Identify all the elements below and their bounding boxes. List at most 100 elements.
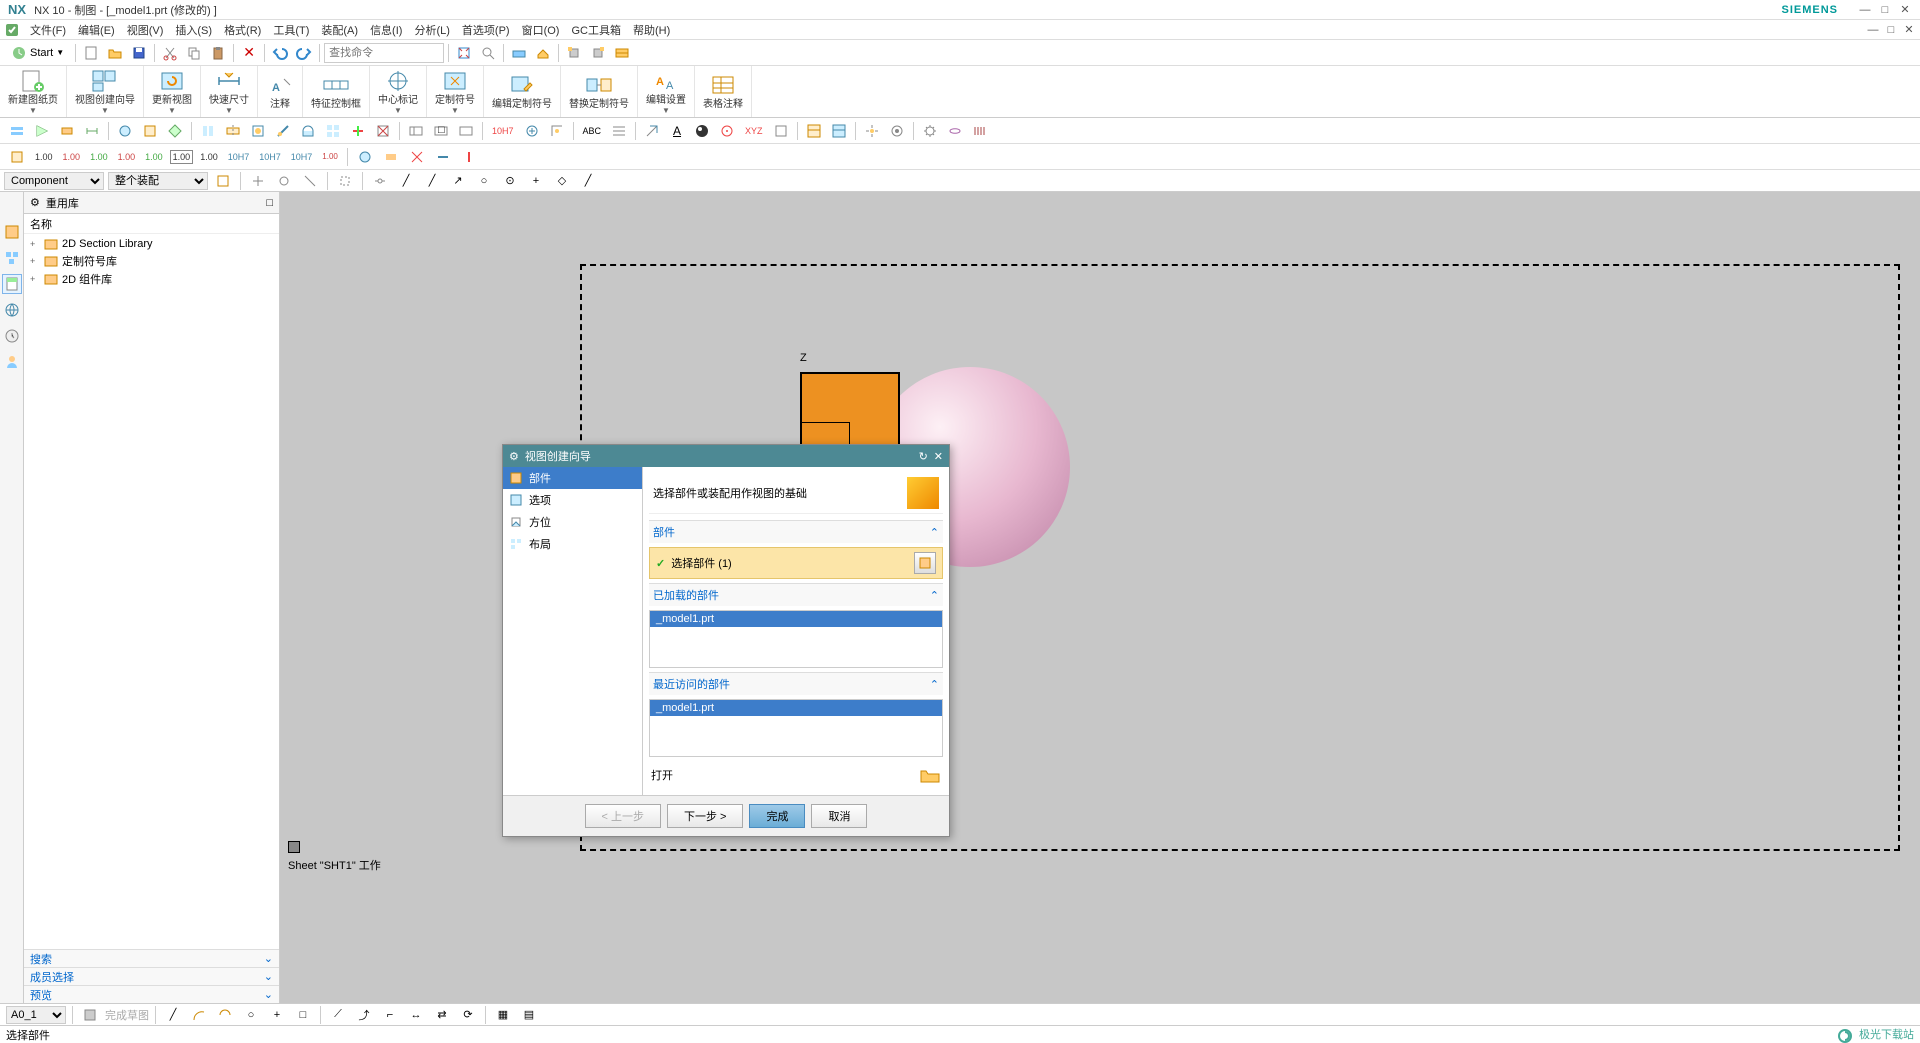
tb2-icon[interactable]: [691, 120, 713, 142]
tb2-icon[interactable]: [608, 120, 630, 142]
sketch-tool[interactable]: +: [266, 1004, 288, 1026]
ribbon-edit-symbol[interactable]: 编辑定制符号: [484, 66, 561, 117]
tol-val[interactable]: 1.00: [197, 150, 221, 164]
tb2-icon[interactable]: [803, 120, 825, 142]
sketch-tool[interactable]: ↔: [405, 1004, 427, 1026]
menu-assembly[interactable]: 装配(A): [315, 20, 364, 40]
tb2-icon[interactable]: [861, 120, 883, 142]
sketch-tool[interactable]: ⟳: [457, 1004, 479, 1026]
ribbon-center-mark[interactable]: 中心标记▼: [370, 66, 427, 117]
dialog-reset-icon[interactable]: ↻: [919, 450, 928, 463]
sketch-tool[interactable]: □: [292, 1004, 314, 1026]
section-preview[interactable]: 预览⌄: [24, 985, 279, 1003]
dialog-close-icon[interactable]: ✕: [934, 450, 943, 463]
tol-val[interactable]: 1.00: [87, 150, 111, 164]
tb2-icon[interactable]: [944, 120, 966, 142]
section-search[interactable]: 搜索⌄: [24, 949, 279, 967]
tb2-icon[interactable]: [521, 120, 543, 142]
filter-icon[interactable]: [273, 170, 295, 192]
tol-val[interactable]: 1.00: [32, 150, 56, 164]
tb2-icon[interactable]: [197, 120, 219, 142]
tb2-icon[interactable]: [828, 120, 850, 142]
sketch-tool[interactable]: ▦: [492, 1004, 514, 1026]
menu-insert[interactable]: 插入(S): [169, 20, 218, 40]
cancel-button[interactable]: 取消: [811, 804, 867, 828]
tb2-icon[interactable]: [886, 120, 908, 142]
section-part[interactable]: 部件⌃: [649, 520, 943, 543]
app-menu-icon[interactable]: [4, 22, 20, 38]
filter-icon[interactable]: ◇: [551, 170, 573, 192]
ribbon-new-sheet[interactable]: 新建图纸页▼: [0, 66, 67, 117]
tab-assembly[interactable]: [2, 248, 22, 268]
tb2-icon[interactable]: [272, 120, 294, 142]
sketch-tool[interactable]: ⌐: [379, 1004, 401, 1026]
tb2-icon[interactable]: [405, 120, 427, 142]
save-icon[interactable]: [128, 42, 150, 64]
tb2-10h7[interactable]: 10H7: [488, 120, 518, 142]
doc-minimize[interactable]: —: [1866, 23, 1880, 37]
open-icon[interactable]: [104, 42, 126, 64]
ribbon-edit-settings[interactable]: AA 编辑设置▼: [638, 66, 695, 117]
menu-info[interactable]: 信息(I): [364, 20, 408, 40]
ribbon-custom-symbol[interactable]: 定制符号▼: [427, 66, 484, 117]
tree-item-2d-component[interactable]: + 2D 组件库: [26, 270, 277, 288]
doc-close[interactable]: ✕: [1902, 23, 1916, 37]
cut-icon[interactable]: [159, 42, 181, 64]
tol-icon[interactable]: [354, 146, 376, 168]
tab-part-navigator[interactable]: [2, 222, 22, 242]
tb2-icon[interactable]: [372, 120, 394, 142]
tol-icon[interactable]: [6, 146, 28, 168]
ribbon-annotation[interactable]: A 注释: [258, 66, 303, 117]
sketch-tool[interactable]: ○: [240, 1004, 262, 1026]
filter-icon[interactable]: ↗: [447, 170, 469, 192]
menu-edit[interactable]: 编辑(E): [72, 20, 121, 40]
ribbon-replace-symbol[interactable]: 替换定制符号: [561, 66, 638, 117]
tb2-icon[interactable]: [139, 120, 161, 142]
tb2-icon[interactable]: [56, 120, 78, 142]
pin-icon[interactable]: □: [266, 197, 273, 209]
copy-icon[interactable]: [183, 42, 205, 64]
sketch-icon[interactable]: [79, 1004, 101, 1026]
tol-val[interactable]: 1.00: [170, 150, 194, 164]
view-icon2[interactable]: [532, 42, 554, 64]
tb2-a-icon[interactable]: A: [666, 120, 688, 142]
filter-icon[interactable]: [369, 170, 391, 192]
tab-web[interactable]: [2, 300, 22, 320]
gear-icon[interactable]: ⚙: [30, 196, 40, 209]
tol-val[interactable]: 1.00: [142, 150, 166, 164]
nav-orientation[interactable]: 方位: [503, 511, 642, 533]
tree-item-custom-symbol[interactable]: + 定制符号库: [26, 252, 277, 270]
tree-item-2d-section[interactable]: + 2D Section Library: [26, 236, 277, 252]
view-icon3[interactable]: [563, 42, 585, 64]
filter-icon[interactable]: ╱: [421, 170, 443, 192]
start-button[interactable]: Start▼: [4, 42, 71, 64]
zoom-icon[interactable]: [477, 42, 499, 64]
tol-icon[interactable]: [458, 146, 480, 168]
tb2-icon[interactable]: [770, 120, 792, 142]
filter-icon[interactable]: [299, 170, 321, 192]
filter-icon[interactable]: [247, 170, 269, 192]
tol-10h7c[interactable]: 10H7: [288, 150, 316, 164]
menu-view[interactable]: 视图(V): [121, 20, 170, 40]
tol-icon[interactable]: [432, 146, 454, 168]
undo-icon[interactable]: [269, 42, 291, 64]
fit-icon[interactable]: [453, 42, 475, 64]
sketch-tool[interactable]: ⤴: [353, 1004, 375, 1026]
tol-10h7[interactable]: 10H7: [225, 150, 253, 164]
sketch-tool[interactable]: [188, 1004, 210, 1026]
paste-icon[interactable]: [207, 42, 229, 64]
tb2-icon[interactable]: [969, 120, 991, 142]
finish-button[interactable]: 完成: [749, 804, 805, 828]
nav-options[interactable]: 选项: [503, 489, 642, 511]
tb2-icon[interactable]: [455, 120, 477, 142]
tol-val[interactable]: 1.00: [115, 150, 139, 164]
tol-val[interactable]: 1.00: [60, 150, 84, 164]
tb2-icon[interactable]: [6, 120, 28, 142]
menu-window[interactable]: 窗口(O): [516, 20, 566, 40]
tb2-icon[interactable]: [222, 120, 244, 142]
filter-icon[interactable]: ⊙: [499, 170, 521, 192]
menu-tools[interactable]: 工具(T): [267, 20, 315, 40]
tb2-icon[interactable]: [641, 120, 663, 142]
tb2-icon[interactable]: [322, 120, 344, 142]
nav-part[interactable]: 部件: [503, 467, 642, 489]
